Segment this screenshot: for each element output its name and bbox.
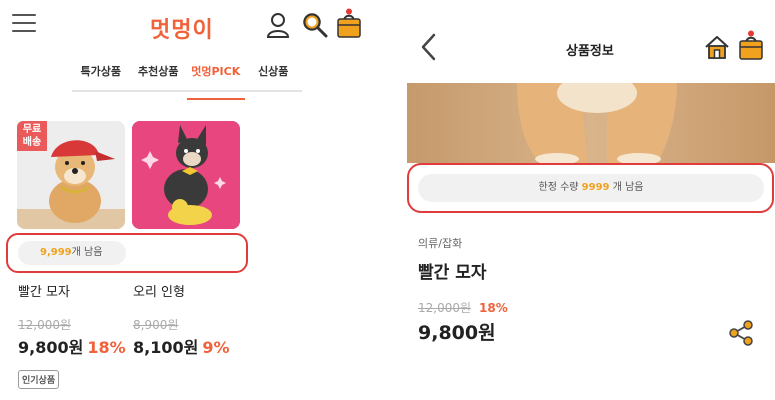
product-hero-image — [407, 83, 775, 163]
sale-price: 9,800원 18% — [18, 334, 126, 358]
home-icon[interactable] — [704, 34, 730, 60]
tab-special[interactable]: 특가상품 — [72, 62, 130, 90]
discount-rate: 18% — [87, 338, 126, 357]
original-price: 8,900원 — [133, 318, 179, 332]
shopping-bag-icon[interactable] — [738, 30, 764, 60]
product-detail-screen: 상품정보 한정 수량 9999 개 남음 의류/잡화 빨간 모자 12,000원… — [400, 0, 775, 400]
hamburger-menu-icon[interactable] — [12, 14, 36, 36]
search-icon[interactable] — [302, 12, 328, 38]
product-list-screen: 멋멍이 특가상품 추천상품 멋멍PICK 신상품 무료 배송 9,999개 남음… — [0, 0, 380, 400]
product-image-duck-doll[interactable] — [132, 121, 240, 229]
user-icon[interactable] — [266, 12, 290, 38]
popular-tag: 인기상품 — [18, 370, 60, 389]
product-category: 의류/잡화 — [418, 237, 463, 250]
sale-price: 8,100원 9% — [133, 334, 230, 358]
original-price: 12,000원 — [18, 318, 72, 332]
share-icon[interactable] — [728, 320, 754, 346]
product-title: 빨간 모자 — [418, 263, 487, 283]
stock-remaining-pill: 9,999개 남음 — [18, 241, 126, 265]
limited-stock-pill: 한정 수량 9999 개 남음 — [418, 174, 764, 202]
stock-count: 9999 — [581, 182, 610, 193]
back-arrow-icon[interactable] — [420, 32, 438, 62]
product-name[interactable]: 빨간 모자 — [18, 281, 70, 300]
discount-rate: 9% — [202, 338, 230, 357]
stock-suffix: 개 남음 — [612, 182, 644, 193]
price-discount-row: 12,000원 18% — [418, 299, 508, 316]
tab-new[interactable]: 신상품 — [245, 62, 303, 90]
stock-prefix: 한정 수량 — [538, 182, 579, 193]
category-tabs: 특가상품 추천상품 멋멍PICK 신상품 — [72, 62, 303, 100]
tab-recommended[interactable]: 추천상품 — [130, 62, 188, 90]
shopping-bag-icon[interactable] — [336, 8, 362, 38]
original-price: 12,000원 — [418, 301, 472, 315]
stock-count: 9,999 — [40, 247, 72, 258]
app-logo[interactable]: 멋멍이 — [150, 12, 214, 44]
sale-price: 9,800원 — [418, 322, 496, 344]
price-value: 8,100원 — [133, 338, 199, 357]
price-value: 9,800원 — [18, 338, 84, 357]
stock-suffix: 개 남음 — [71, 247, 103, 258]
free-shipping-badge: 무료 배송 — [17, 121, 47, 151]
tab-pick[interactable]: 멋멍PICK — [187, 62, 245, 100]
page-title: 상품정보 — [566, 44, 614, 59]
discount-rate: 18% — [479, 301, 508, 315]
product-name[interactable]: 오리 인형 — [133, 281, 185, 300]
